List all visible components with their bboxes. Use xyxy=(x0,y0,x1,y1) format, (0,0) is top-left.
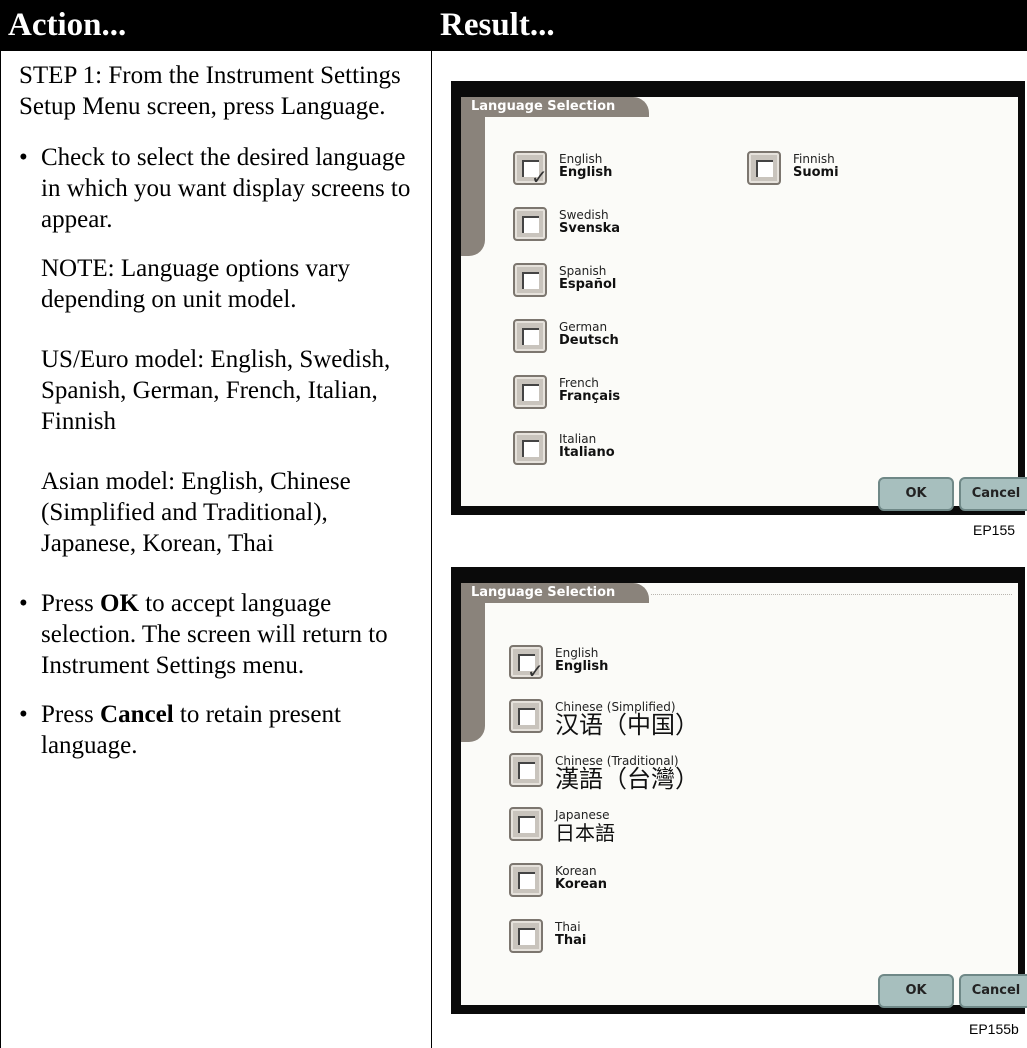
language-native-name: Svenska xyxy=(559,221,621,236)
checkbox[interactable] xyxy=(509,919,543,953)
language-native-name: Suomi xyxy=(793,165,839,180)
language-native-name: Français xyxy=(559,389,621,404)
figure-code: EP155b xyxy=(969,1021,1019,1037)
checkbox[interactable] xyxy=(509,699,543,733)
checkbox[interactable]: ✓ xyxy=(509,645,544,683)
language-selection-panel: Language Selection ✓ English English Swe… xyxy=(461,97,1027,511)
checkbox-well xyxy=(518,872,535,889)
language-native-name: English xyxy=(559,165,613,180)
table-column-divider xyxy=(431,51,432,1048)
panel-side-bar xyxy=(461,599,485,742)
dotted-divider xyxy=(651,594,1012,595)
result-column-header: Result... xyxy=(440,7,555,43)
checkmark-icon: ✓ xyxy=(531,165,548,189)
checkbox-well xyxy=(518,762,535,779)
bullet-glyph: • xyxy=(19,590,28,617)
cancel-button[interactable]: Cancel xyxy=(959,974,1027,1008)
checkbox-well xyxy=(518,928,535,945)
language-native-name: 日本語 xyxy=(555,821,615,845)
language-native-name: Italiano xyxy=(559,445,615,460)
checkbox[interactable] xyxy=(747,151,781,185)
note-text: NOTE: Language options vary depending on… xyxy=(41,255,350,313)
checkbox-well xyxy=(522,272,539,289)
checkbox[interactable] xyxy=(513,375,547,409)
language-native-name: Español xyxy=(559,277,617,292)
bullet-check-language: • Check to select the desired language i… xyxy=(19,142,424,235)
language-selection-screen-asian: Language Selection ✓ English English Chi… xyxy=(451,567,1027,1014)
panel-side-bar xyxy=(461,113,485,256)
bullet-press-ok-pre: Press xyxy=(41,590,101,617)
cancel-button[interactable]: Cancel xyxy=(959,477,1027,511)
checkbox-well xyxy=(756,160,773,177)
figure-code: EP155 xyxy=(973,522,1016,538)
checkbox-well xyxy=(522,384,539,401)
language-native-name: Korean xyxy=(555,877,608,892)
screen-title-tab: Language Selection xyxy=(461,97,650,117)
checkbox-well: ✓ xyxy=(518,654,544,683)
bullet-press-cancel: • Press Cancel to retain present languag… xyxy=(19,699,424,761)
table-header: Action... Result... xyxy=(0,0,1027,51)
checkbox[interactable] xyxy=(513,319,547,353)
checkbox[interactable] xyxy=(509,807,543,841)
checkbox[interactable] xyxy=(513,263,547,297)
asian-model-text: Asian model: English, Chinese (Simplifie… xyxy=(41,468,351,557)
checkbox[interactable] xyxy=(513,431,547,465)
checkmark-icon: ✓ xyxy=(527,659,544,683)
bullet-glyph: • xyxy=(19,701,28,728)
checkbox-well xyxy=(518,708,535,725)
checkbox[interactable] xyxy=(513,207,547,241)
us-euro-model-text: US/Euro model: English, Swedish, Spanish… xyxy=(41,346,391,435)
action-instructions: STEP 1: From the Instrument Settings Set… xyxy=(19,60,424,779)
cancel-keyword: Cancel xyxy=(100,701,174,728)
checkbox[interactable] xyxy=(509,753,543,787)
checkbox-well xyxy=(522,440,539,457)
ok-keyword: OK xyxy=(100,590,139,617)
checkbox[interactable] xyxy=(509,863,543,897)
ok-button[interactable]: OK xyxy=(878,974,954,1008)
checkbox[interactable]: ✓ xyxy=(513,151,548,189)
bullet-check-language-text: Check to select the desired language in … xyxy=(41,144,411,233)
bullet-glyph: • xyxy=(19,144,28,171)
step-1-text: STEP 1: From the Instrument Settings Set… xyxy=(19,62,401,120)
checkbox-well xyxy=(522,216,539,233)
language-native-name: Thai xyxy=(555,933,587,948)
language-native-name: English xyxy=(555,659,609,674)
language-native-name: Deutsch xyxy=(559,333,619,348)
language-native-name: 汉语（中国） xyxy=(555,711,699,739)
checkbox-well: ✓ xyxy=(522,160,548,189)
language-selection-screen-us: Language Selection ✓ English English Swe… xyxy=(451,81,1027,515)
bullet-press-cancel-pre: Press xyxy=(41,701,101,728)
language-native-name: 漢語（台灣） xyxy=(555,765,699,793)
checkbox-well xyxy=(518,816,535,833)
screen-title-tab: Language Selection xyxy=(461,583,650,603)
action-column-header: Action... xyxy=(8,7,127,43)
checkbox-well xyxy=(522,328,539,345)
bullet-press-ok: • Press OK to accept language selection.… xyxy=(19,588,424,681)
table-border-left xyxy=(0,51,1,1048)
ok-button[interactable]: OK xyxy=(878,477,954,511)
language-selection-panel: Language Selection ✓ English English Chi… xyxy=(461,583,1027,1008)
